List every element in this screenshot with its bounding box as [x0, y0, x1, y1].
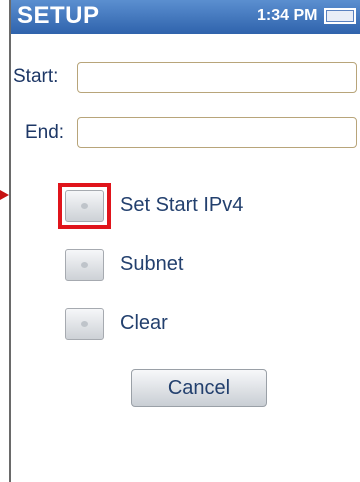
subnet-option[interactable]: Subnet	[58, 243, 298, 285]
start-input[interactable]	[77, 62, 357, 93]
button-dot-icon	[81, 262, 88, 268]
clear-label: Clear	[120, 312, 168, 334]
battery-level	[327, 11, 353, 21]
setup-screen: SETUP 1:34 PM Start: End: Set Start IPv4…	[9, 0, 360, 482]
clock: 1:34 PM	[257, 7, 318, 24]
cancel-button[interactable]: Cancel	[131, 369, 267, 407]
clear-option[interactable]: Clear	[58, 302, 298, 344]
subnet-button[interactable]	[65, 249, 104, 281]
button-dot-icon	[81, 203, 88, 209]
title-bar: SETUP 1:34 PM	[11, 0, 360, 34]
subnet-label: Subnet	[120, 253, 184, 275]
end-label: End:	[25, 122, 65, 143]
start-label: Start:	[13, 66, 59, 87]
set-start-ipv4-option[interactable]: Set Start IPv4	[58, 183, 298, 229]
page-title: SETUP	[17, 2, 100, 29]
end-input[interactable]	[77, 117, 357, 148]
battery-icon	[324, 8, 356, 24]
pointer-arrow-icon	[0, 190, 9, 200]
set-start-ipv4-button[interactable]	[65, 190, 104, 222]
button-dot-icon	[81, 321, 88, 327]
clear-button[interactable]	[65, 308, 104, 340]
set-start-ipv4-label: Set Start IPv4	[120, 194, 244, 216]
